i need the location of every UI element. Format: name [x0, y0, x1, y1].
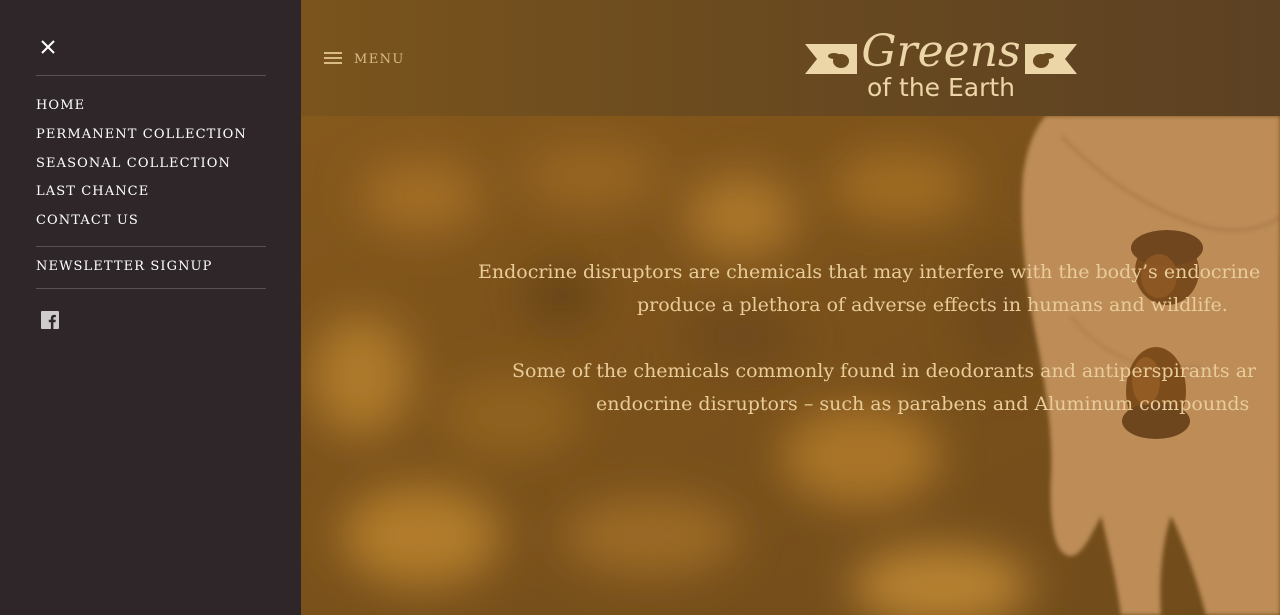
menu-button[interactable]: MENU [323, 47, 405, 71]
divider [36, 246, 266, 247]
nav-item-seasonal-collection[interactable]: SEASONAL COLLECTION [36, 150, 247, 179]
site-header: MENU Greens of the Earth [301, 0, 1280, 116]
drawer-nav: HOME PERMANENT COLLECTION SEASONAL COLLE… [36, 92, 247, 236]
logo-line-2: of the Earth [867, 73, 1015, 102]
divider [36, 75, 266, 76]
facebook-icon[interactable] [41, 311, 59, 329]
hero-paragraph-2-line-1: Some of the chemicals commonly found in … [512, 360, 1257, 382]
nav-item-last-chance[interactable]: LAST CHANCE [36, 178, 247, 207]
close-icon[interactable] [38, 37, 58, 57]
main-page: MENU Greens of the Earth Endocrine disru… [301, 0, 1280, 615]
newsletter-signup-link[interactable]: NEWSLETTER SIGNUP [36, 257, 212, 277]
menu-label: MENU [354, 51, 405, 67]
hero-paragraph-2-line-2: endocrine disruptors – such as parabens … [596, 393, 1250, 415]
site-logo[interactable]: Greens of the Earth [805, 14, 1077, 106]
side-drawer: HOME PERMANENT COLLECTION SEASONAL COLLE… [0, 0, 301, 615]
logo-line-1: Greens [861, 26, 1020, 77]
nav-item-home[interactable]: HOME [36, 92, 247, 121]
divider [36, 288, 266, 289]
nav-item-permanent-collection[interactable]: PERMANENT COLLECTION [36, 121, 247, 150]
hero-section: Endocrine disruptors are chemicals that … [301, 116, 1280, 615]
nav-item-contact-us[interactable]: CONTACT US [36, 207, 247, 236]
hero-paragraph-1-line-2: produce a plethora of adverse effects in… [637, 294, 1228, 316]
hamburger-icon [323, 47, 343, 71]
hero-paragraph-1-line-1: Endocrine disruptors are chemicals that … [478, 261, 1261, 283]
